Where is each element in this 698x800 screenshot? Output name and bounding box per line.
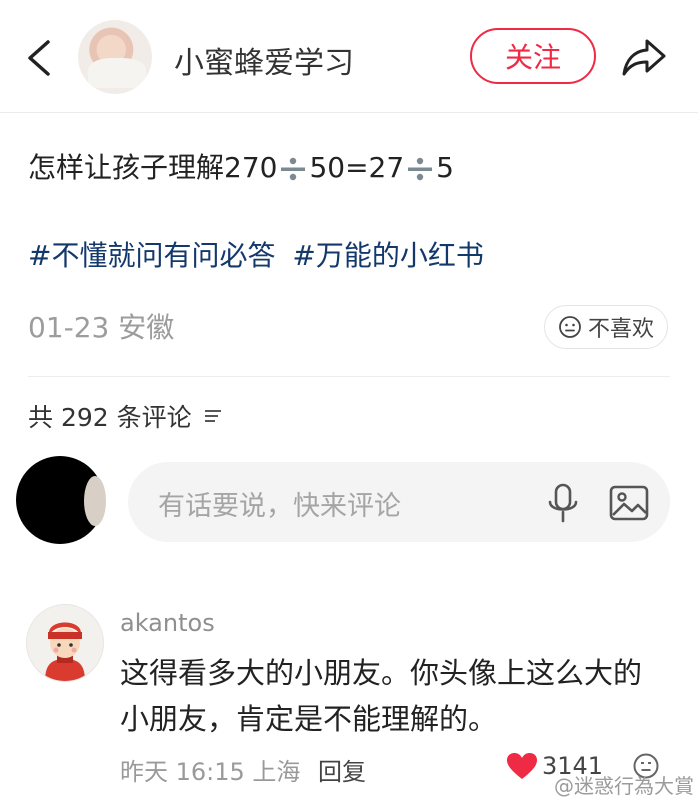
author-avatar[interactable] [78, 20, 152, 94]
image-icon[interactable] [608, 482, 650, 524]
post-title: 怎样让孩子理解270 50=27 5 [28, 146, 454, 186]
comment-text: 这得看多大的小朋友。你头像上这么大的小朋友，肯定是不能理解的。 [120, 656, 643, 736]
comment-count: 共 292 条评论 [28, 398, 224, 434]
division-sign-icon [408, 157, 433, 181]
comment-input-placeholder: 有话要说，快来评论 [158, 491, 401, 522]
dislike-label: 不喜欢 [587, 317, 654, 342]
dislike-button[interactable]: 不喜欢 [544, 305, 668, 349]
post-tags: #不懂就问有问必答 #万能的小红书 [28, 234, 492, 274]
commenter-name[interactable]: akantos [120, 609, 215, 637]
division-sign-icon [281, 157, 306, 181]
commenter-avatar[interactable] [26, 604, 104, 682]
post-date-location: 01-23 安徽 [28, 311, 175, 344]
top-bar: 小蜜蜂爱学习 关注 [0, 0, 698, 113]
title-text-1: 怎样让孩子理解270 [28, 151, 278, 184]
title-text-3: 5 [436, 151, 454, 184]
cartoon-child-icon [45, 622, 85, 681]
sort-icon[interactable] [202, 406, 224, 426]
tag-link[interactable]: #不懂就问有问必答 [28, 239, 275, 272]
comment-time-location: 昨天 16:15 上海 [120, 758, 301, 786]
current-user-avatar[interactable] [16, 456, 106, 544]
unhappy-face-icon [559, 316, 581, 338]
comment-count-label: 共 292 条评论 [28, 403, 192, 432]
divider [28, 376, 670, 377]
follow-button[interactable]: 关注 [470, 28, 596, 84]
tag-link[interactable]: #万能的小红书 [292, 239, 483, 272]
microphone-icon[interactable] [546, 482, 580, 524]
author-name[interactable]: 小蜜蜂爱学习 [174, 38, 354, 82]
title-text-2: 50=27 [309, 151, 405, 184]
watermark: @迷惑行為大賞 [554, 774, 694, 798]
back-arrow-icon[interactable] [22, 38, 56, 78]
reply-button[interactable]: 回复 [318, 752, 366, 787]
comment-input[interactable]: 有话要说，快来评论 [128, 462, 670, 542]
heart-icon[interactable] [506, 752, 538, 780]
share-icon[interactable] [620, 35, 668, 79]
